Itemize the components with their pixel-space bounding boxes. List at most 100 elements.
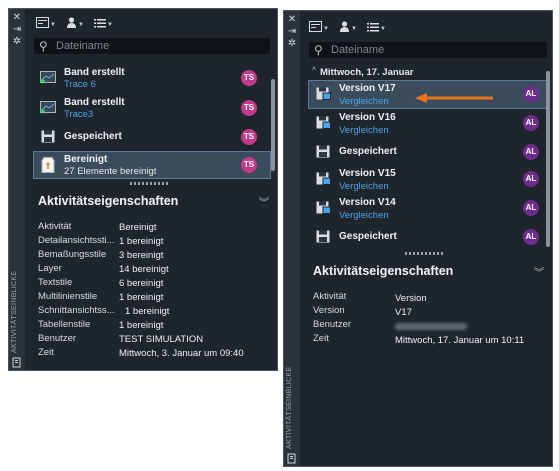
- annotation-arrow-icon: [415, 93, 493, 103]
- avatar: TS: [241, 70, 257, 86]
- save-icon: [316, 230, 330, 243]
- list-icon: [367, 23, 379, 32]
- filter-button[interactable]: ▼: [36, 17, 56, 33]
- property-label: Version: [313, 305, 345, 316]
- purge-icon: [41, 157, 55, 173]
- drawing-icon: [40, 71, 56, 84]
- list-item[interactable]: Version V15 Vergleichen AL: [309, 166, 547, 193]
- list-view-button[interactable]: ▼: [367, 21, 386, 37]
- pin-icon[interactable]: ⇥: [285, 26, 299, 37]
- property-value: Version: [395, 293, 427, 304]
- property-label: Textstile: [38, 277, 73, 288]
- item-link[interactable]: Trace 6: [64, 79, 96, 90]
- panel-splitter[interactable]: [130, 182, 170, 185]
- property-value: 1 bereinigt: [119, 236, 164, 247]
- search-input[interactable]: ⚲ Dateiname: [309, 42, 547, 58]
- list-item[interactable]: Band erstellt Trace 6 TS: [34, 65, 270, 91]
- activity-list: Band erstellt Trace 6 TS Band erstellt T…: [33, 63, 271, 181]
- search-placeholder: Dateiname: [331, 44, 385, 56]
- property-value: 14 bereinigt: [119, 264, 169, 275]
- list-scrollbar[interactable]: [271, 79, 275, 171]
- user-icon: [67, 17, 76, 28]
- toolbar: ▼ ▼ ▼: [309, 21, 549, 41]
- property-value: TEST SIMULATION: [119, 334, 204, 345]
- properties-title: Aktivitätseigenschaften: [313, 264, 454, 278]
- close-icon[interactable]: ✕: [285, 14, 299, 25]
- compare-link[interactable]: Vergleichen: [339, 125, 389, 136]
- property-value: Mittwoch, 3. Januar um 09:40: [119, 348, 244, 359]
- user-filter-button[interactable]: ▼: [66, 17, 84, 33]
- list-item[interactable]: Band erstellt Trace3 TS: [34, 95, 270, 121]
- activity-list: ˄ Mittwoch, 17. Januar Version V17 Vergl…: [308, 63, 548, 249]
- version-icon: [316, 201, 331, 214]
- item-title: Band erstellt: [64, 97, 125, 108]
- list-item[interactable]: Gespeichert AL: [309, 225, 547, 249]
- property-label: Aktivität: [313, 291, 347, 302]
- item-title: Bereinigt: [64, 154, 108, 165]
- item-title: Gespeichert: [339, 146, 397, 157]
- list-item-selected[interactable]: Bereinigt 27 Elemente bereinigt TS: [33, 151, 271, 179]
- properties-icon[interactable]: [10, 357, 24, 368]
- property-label: Detailansichtssti...: [38, 235, 115, 246]
- filter-icon: [36, 17, 49, 28]
- version-icon: [316, 87, 331, 100]
- property-label: Benutzer: [38, 333, 77, 344]
- property-label: Bemaßungsstile: [38, 249, 107, 260]
- properties-title: Aktivitätseigenschaften: [38, 194, 179, 208]
- property-label: Multilinienstile: [38, 291, 98, 302]
- item-title: Version V16: [339, 112, 396, 123]
- list-item[interactable]: Gespeichert TS: [34, 125, 270, 149]
- property-label: Benutzer: [313, 319, 352, 330]
- item-title: Version V17: [339, 83, 396, 94]
- settings-icon[interactable]: ✲: [10, 36, 24, 47]
- avatar: AL: [523, 144, 539, 160]
- activity-insights-panel-right: ✕ ⇥ ✲ AKTIVITÄTSEINBLICKE ▼ ▼ ▼ ⚲ Datein…: [283, 10, 553, 467]
- redacted-user-value: [395, 323, 467, 330]
- search-placeholder: Dateiname: [56, 40, 110, 52]
- list-item-selected[interactable]: Version V17 Vergleichen AL: [308, 80, 548, 109]
- collapse-group-icon[interactable]: ˄: [312, 66, 316, 73]
- item-title: Gespeichert: [64, 131, 122, 142]
- drawing-icon: [40, 101, 56, 114]
- property-value: 1 bereinigt: [119, 292, 164, 303]
- item-title: Gespeichert: [339, 231, 397, 242]
- list-scrollbar[interactable]: [546, 71, 550, 247]
- filter-button[interactable]: ▼: [309, 21, 329, 37]
- compare-link[interactable]: Vergleichen: [339, 181, 389, 192]
- avatar: AL: [523, 200, 539, 216]
- list-item[interactable]: Version V14 Vergleichen AL: [309, 195, 547, 222]
- search-input[interactable]: ⚲ Dateiname: [34, 38, 270, 54]
- list-item[interactable]: Gespeichert AL: [309, 140, 547, 164]
- property-label: Schnittansichtss...: [38, 305, 115, 316]
- user-filter-button[interactable]: ▼: [339, 21, 357, 37]
- property-label: Zeit: [38, 347, 54, 358]
- search-icon: ⚲: [39, 39, 48, 53]
- user-icon: [340, 21, 349, 32]
- property-value: V17: [395, 307, 412, 318]
- collapse-chevron-icon[interactable]: ︾: [259, 194, 269, 209]
- avatar: AL: [523, 229, 539, 245]
- settings-icon[interactable]: ✲: [285, 38, 299, 49]
- compare-link[interactable]: Vergleichen: [339, 96, 389, 107]
- compare-link[interactable]: Vergleichen: [339, 210, 389, 221]
- item-link[interactable]: Trace3: [64, 109, 93, 120]
- vertical-panel-label: AKTIVITÄTSEINBLICKE: [286, 366, 293, 449]
- item-title: Version V14: [339, 197, 396, 208]
- list-view-button[interactable]: ▼: [94, 17, 113, 33]
- property-label: Tabellenstile: [38, 319, 91, 330]
- item-subtitle: 27 Elemente bereinigt: [64, 166, 157, 177]
- pin-icon[interactable]: ⇥: [10, 24, 24, 35]
- collapse-chevron-icon[interactable]: ︾: [534, 264, 544, 279]
- item-title: Band erstellt: [64, 67, 125, 78]
- property-value: 6 bereinigt: [119, 278, 164, 289]
- search-icon: ⚲: [314, 43, 323, 57]
- list-item[interactable]: Version V16 Vergleichen AL: [309, 110, 547, 137]
- avatar: TS: [241, 100, 257, 116]
- avatar: AL: [523, 86, 539, 102]
- close-icon[interactable]: ✕: [10, 12, 24, 23]
- list-icon: [94, 19, 106, 28]
- properties-icon[interactable]: [285, 453, 299, 464]
- property-value: 3 bereinigt: [119, 250, 164, 261]
- panel-splitter[interactable]: [405, 252, 445, 255]
- property-label: Zeit: [313, 333, 329, 344]
